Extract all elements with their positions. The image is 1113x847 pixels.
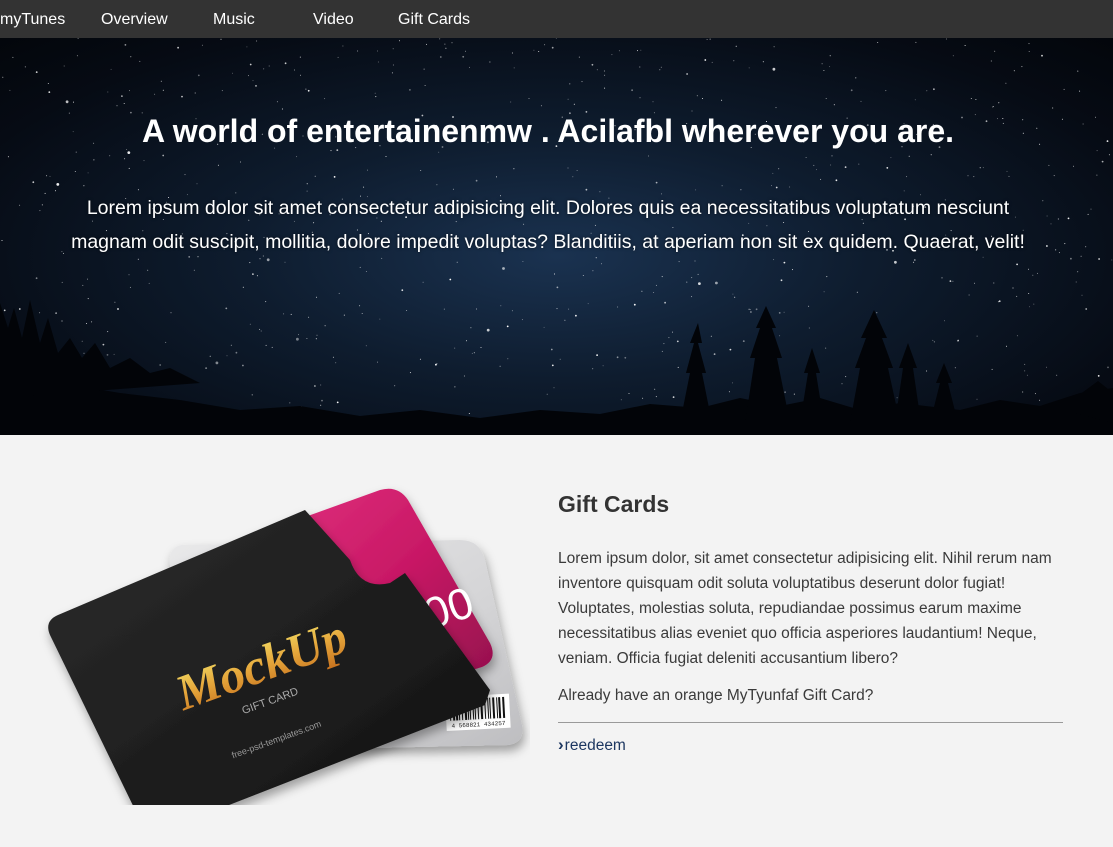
divider xyxy=(558,722,1063,723)
chevron-right-icon: › xyxy=(558,735,564,754)
gift-cards-heading: Gift Cards xyxy=(558,491,670,517)
hero-title: A world of entertainenmw . Acilafbl wher… xyxy=(141,113,955,149)
hero-text: Lorem ipsum dolor sit amet consectetur a… xyxy=(0,191,1096,259)
nav-item-overview[interactable]: Overview xyxy=(101,0,168,38)
top-nav: myTunes Overview Music Video Gift Cards xyxy=(0,0,1113,38)
redeem-label: reedeem xyxy=(564,737,626,754)
hero-banner: A world of entertainenmw . Acilafbl wher… xyxy=(0,38,1113,435)
redeem-link[interactable]: ›reedeem xyxy=(558,735,626,755)
gift-card-image: 4 568821 434257 00 MockUp GIFT CARD free… xyxy=(48,488,523,805)
nav-brand[interactable]: myTunes xyxy=(0,0,65,38)
already-have-text: Already have an orange MyTyunfaf Gift Ca… xyxy=(558,687,874,704)
nav-item-gift-cards[interactable]: Gift Cards xyxy=(398,0,470,38)
nav-item-video[interactable]: Video xyxy=(313,0,354,38)
nav-item-music[interactable]: Music xyxy=(213,0,255,38)
gift-cards-info: Gift Cards Lorem ipsum dolor, sit amet c… xyxy=(558,491,1063,755)
hero-text-line-1: Lorem ipsum dolor sit amet consectetur a… xyxy=(86,197,1010,219)
gift-cards-description: Lorem ipsum dolor, sit amet consectetur … xyxy=(558,550,1052,667)
hero-text-line-2: magnam odit suscipit, mollitia, dolore i… xyxy=(71,231,1025,253)
gift-cards-section: 4 568821 434257 00 MockUp GIFT CARD free… xyxy=(0,435,1113,847)
